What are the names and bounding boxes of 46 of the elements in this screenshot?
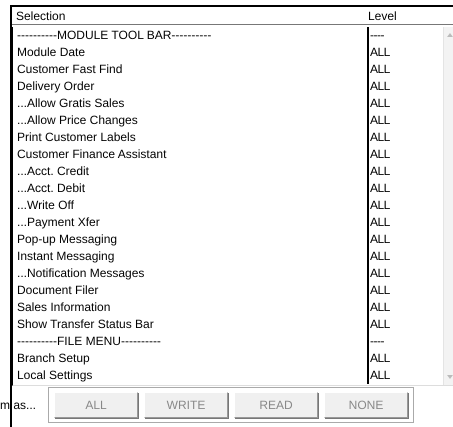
table-cell[interactable]: ...Acct. Credit: [13, 163, 369, 180]
column-header: Level: [368, 8, 397, 22]
table-cell[interactable]: Sales Information: [13, 299, 369, 316]
table-cell[interactable]: Pop-up Messaging: [13, 231, 369, 248]
table-cell[interactable]: ALL: [369, 367, 390, 384]
table-cell[interactable]: Print Customer Labels: [13, 129, 369, 146]
table-cell[interactable]: ALL: [369, 214, 390, 231]
column-header: Selection: [16, 8, 66, 22]
table-cell[interactable]: ...Acct. Debit: [13, 180, 369, 197]
table-cell[interactable]: ----: [369, 333, 384, 350]
table-cell[interactable]: ----: [369, 27, 384, 44]
table-cell[interactable]: ALL: [369, 78, 390, 95]
table-cell[interactable]: Customer Finance Assistant: [13, 146, 369, 163]
table-cell[interactable]: Show Transfer Status Bar: [13, 316, 369, 333]
table-cell[interactable]: ALL: [369, 180, 390, 197]
table-cell[interactable]: ALL: [369, 316, 390, 333]
table-cell[interactable]: ALL: [369, 112, 390, 129]
table-cell[interactable]: ALL: [369, 299, 390, 316]
table-cell[interactable]: ALL: [369, 163, 390, 180]
table-cell[interactable]: ALL: [369, 231, 390, 248]
table-cell[interactable]: ...Allow Price Changes: [13, 112, 369, 129]
table-cell[interactable]: ...Payment Xfer: [13, 214, 369, 231]
table-cell[interactable]: Module Date: [13, 44, 369, 61]
table-cell[interactable]: ALL: [369, 129, 390, 146]
table-cell[interactable]: Document Filer: [13, 282, 369, 299]
table-cell[interactable]: ...Notification Messages: [13, 265, 369, 282]
table-cell[interactable]: ALL: [369, 146, 390, 163]
table-cell[interactable]: ...Allow Gratis Sales: [13, 95, 369, 112]
table-cell[interactable]: Instant Messaging: [13, 248, 369, 265]
table-cell[interactable]: ...Write Off: [13, 197, 369, 214]
table-cell[interactable]: ALL: [369, 95, 390, 112]
table-cell[interactable]: ALL: [369, 197, 390, 214]
table-cell[interactable]: ALL: [369, 248, 390, 265]
table-cell[interactable]: ALL: [369, 350, 390, 367]
set-label: m as...: [0, 398, 38, 412]
table-cell[interactable]: ALL: [369, 265, 390, 282]
scrollbar[interactable]: [443, 27, 453, 385]
table-cell[interactable]: ALL: [369, 61, 390, 78]
table-cell[interactable]: ALL: [369, 282, 390, 299]
table-cell[interactable]: ----------MODULE TOOL BAR----------: [13, 27, 369, 44]
table-cell[interactable]: ----------FILE MENU----------: [13, 333, 369, 350]
table-cell[interactable]: ALL: [369, 44, 390, 61]
table-cell[interactable]: Delivery Order: [13, 78, 369, 95]
table-cell[interactable]: Branch Setup: [13, 350, 369, 367]
table-cell[interactable]: Local Settings: [13, 367, 369, 384]
table-cell[interactable]: Customer Fast Find: [13, 61, 369, 78]
